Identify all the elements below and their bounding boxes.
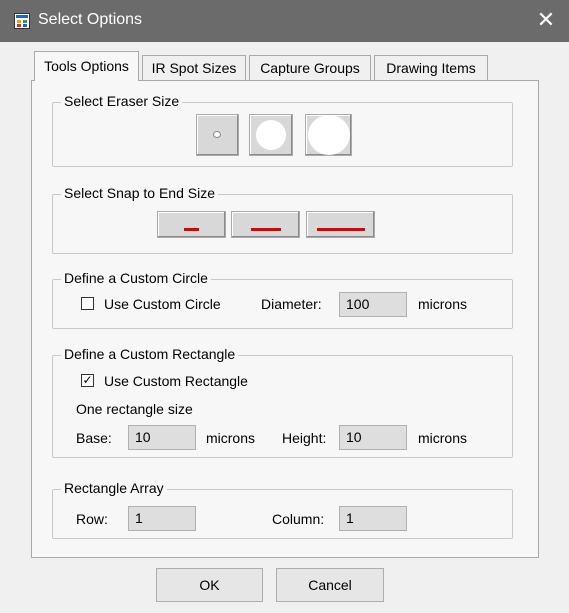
checkmark-icon: ✓	[82, 373, 93, 387]
tab-drawing-items[interactable]: Drawing Items	[374, 55, 488, 80]
height-unit: microns	[418, 430, 468, 446]
eraser-size-legend: Select Eraser Size	[61, 93, 183, 109]
snap-short-button[interactable]	[157, 211, 226, 238]
snap-medium-line-icon	[251, 228, 281, 231]
rectangle-array-legend: Rectangle Array	[61, 480, 167, 496]
eraser-medium-button[interactable]	[249, 114, 293, 156]
diameter-input[interactable]: 100	[339, 292, 407, 317]
height-input[interactable]: 10	[339, 425, 407, 450]
use-custom-circle-checkbox[interactable]	[81, 297, 94, 310]
eraser-small-icon	[213, 131, 221, 138]
ok-button[interactable]: OK	[156, 568, 263, 602]
row-label: Row:	[76, 511, 108, 527]
close-icon[interactable]: ✕	[523, 0, 569, 42]
tab-capture-groups[interactable]: Capture Groups	[249, 55, 371, 80]
app-icon	[14, 13, 30, 29]
base-unit: microns	[206, 430, 256, 446]
select-options-dialog: Select Options ✕ Tools Options IR Spot S…	[0, 0, 569, 613]
snap-size-legend: Select Snap to End Size	[61, 185, 218, 201]
diameter-unit: microns	[418, 296, 468, 312]
use-custom-rectangle-label: Use Custom Rectangle	[104, 373, 248, 389]
cancel-button[interactable]: Cancel	[276, 568, 384, 602]
row-input[interactable]: 1	[128, 506, 196, 531]
eraser-large-icon	[308, 115, 350, 155]
column-label: Column:	[272, 511, 325, 527]
use-custom-rectangle-checkbox[interactable]: ✓	[81, 374, 94, 387]
tab-tools-options[interactable]: Tools Options	[34, 51, 139, 81]
eraser-large-button[interactable]	[305, 114, 352, 156]
base-label: Base:	[76, 430, 112, 446]
eraser-medium-icon	[256, 120, 286, 150]
base-input[interactable]: 10	[128, 425, 196, 450]
snap-long-line-icon	[317, 228, 365, 231]
tab-ir-spot-sizes[interactable]: IR Spot Sizes	[142, 55, 246, 80]
rectangle-size-caption: One rectangle size	[76, 401, 193, 417]
column-input[interactable]: 1	[339, 506, 407, 531]
title-bar: Select Options ✕	[0, 0, 569, 42]
eraser-small-button[interactable]	[196, 114, 239, 156]
snap-long-button[interactable]	[306, 211, 375, 238]
snap-short-line-icon	[184, 228, 199, 231]
window-title: Select Options	[38, 11, 143, 28]
custom-circle-legend: Define a Custom Circle	[61, 270, 211, 286]
diameter-label: Diameter:	[261, 296, 322, 312]
custom-rectangle-legend: Define a Custom Rectangle	[61, 346, 239, 362]
snap-medium-button[interactable]	[231, 211, 300, 238]
use-custom-circle-label: Use Custom Circle	[104, 296, 221, 312]
height-label: Height:	[282, 430, 327, 446]
